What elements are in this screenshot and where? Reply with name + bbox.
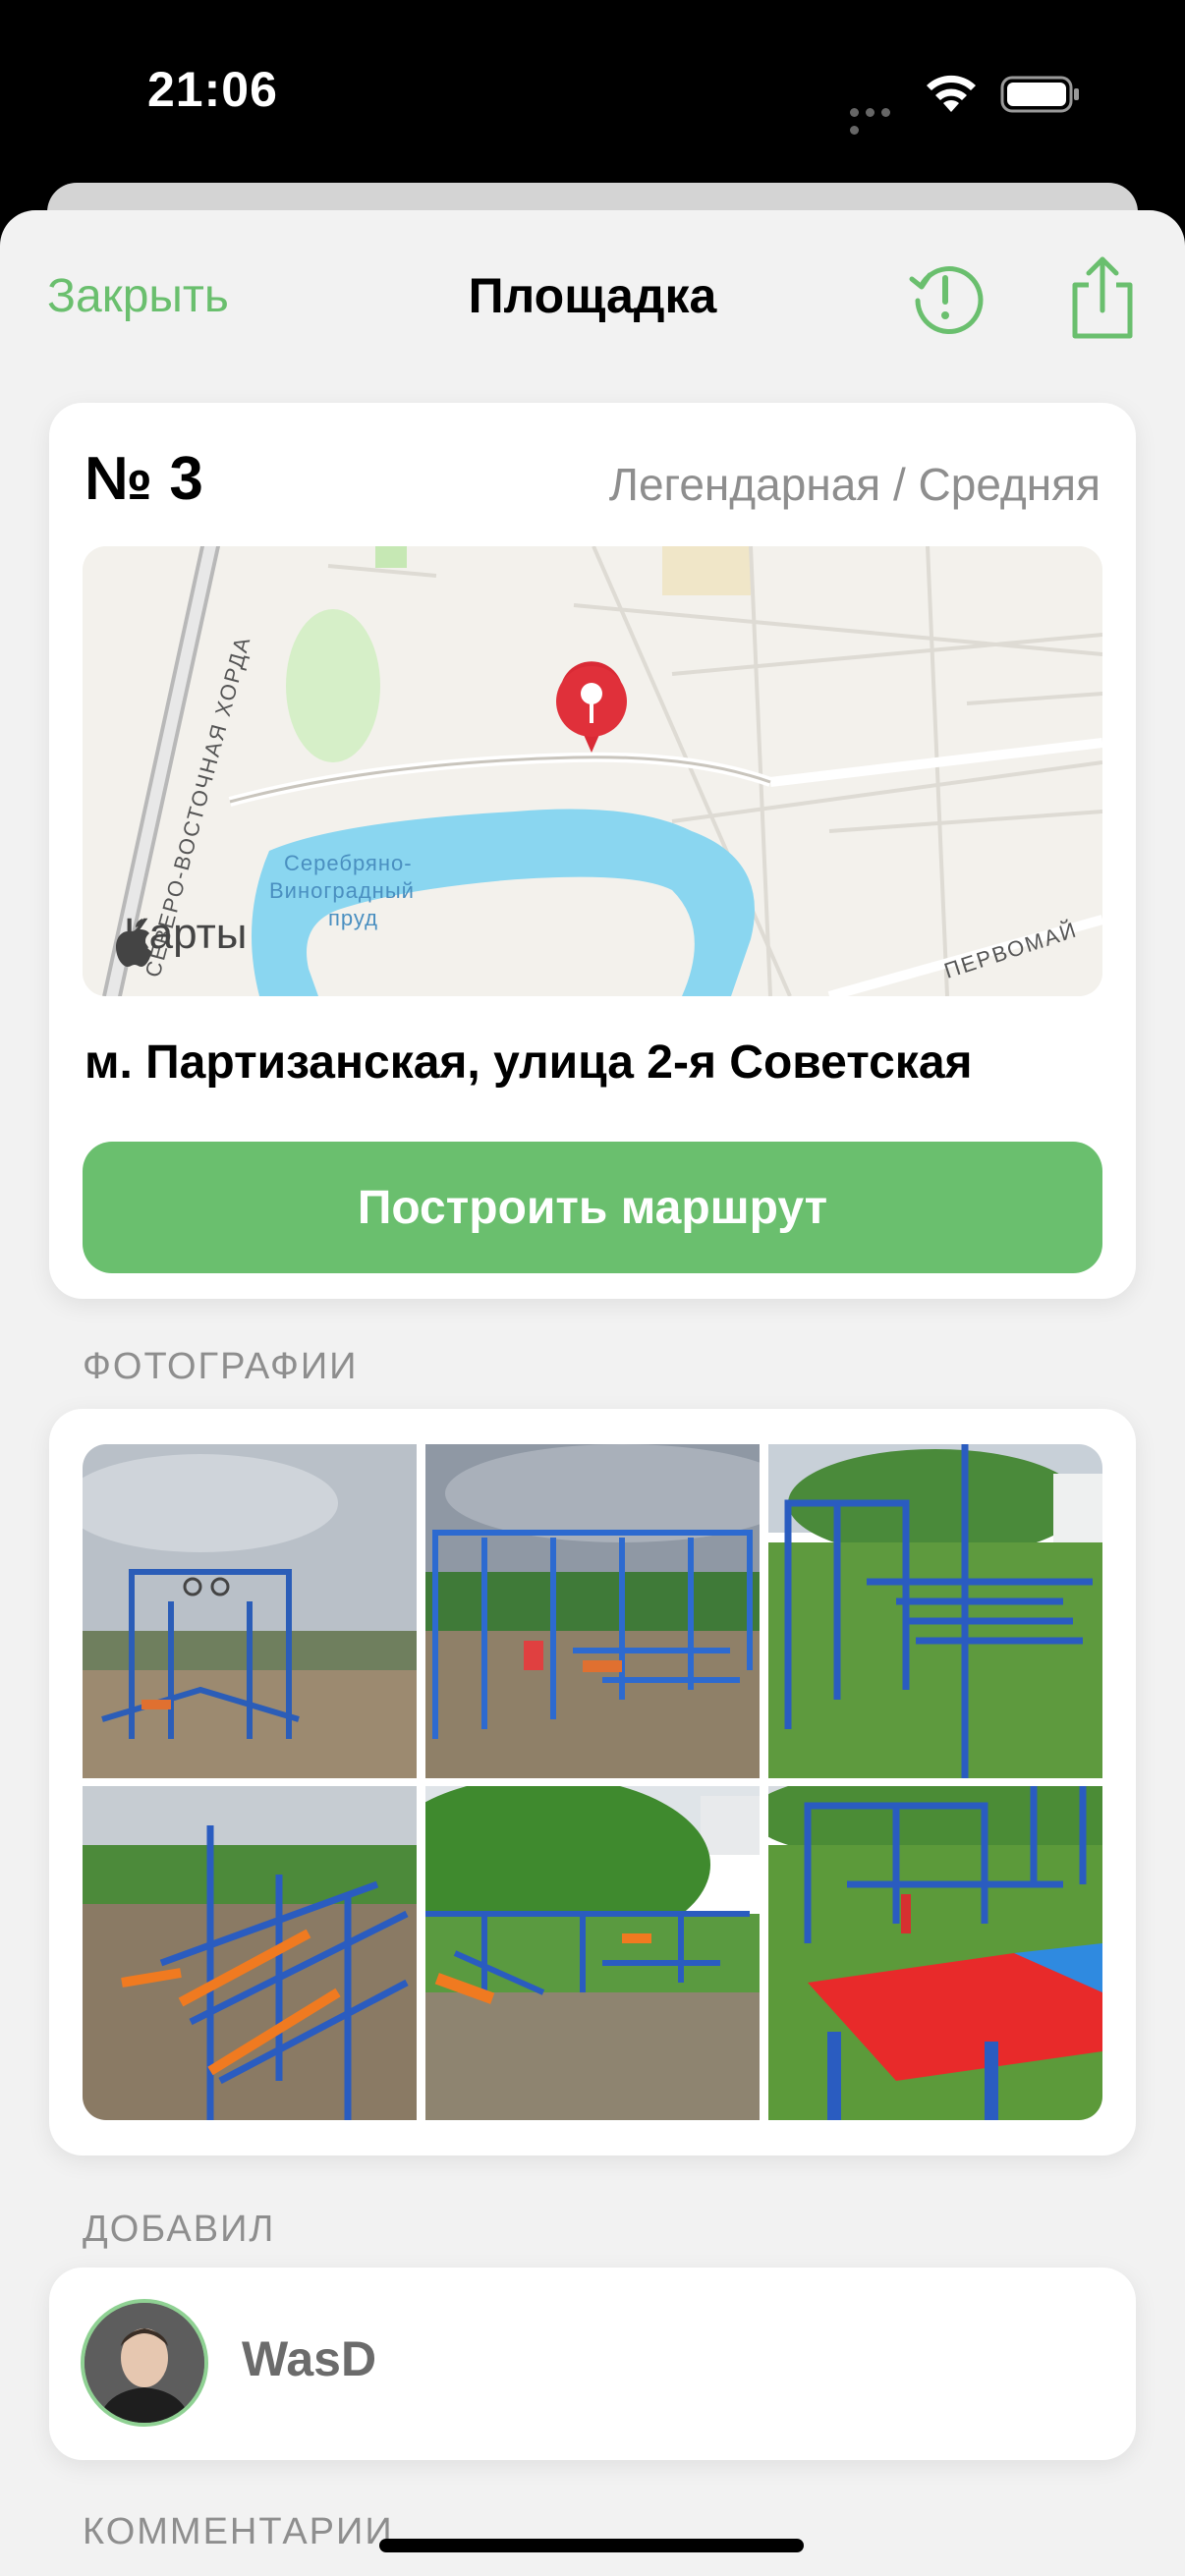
- exclamation-history-icon[interactable]: [904, 255, 987, 338]
- cellular-signal-icon: [850, 104, 907, 135]
- battery-icon: [1000, 76, 1079, 113]
- ground-level: Легендарная / Средняя: [608, 459, 1100, 510]
- section-photos-label: ФОТОГРАФИИ: [83, 1346, 359, 1387]
- ground-detail-sheet: Закрыть Площадка № 3 Легендарная / Средн…: [0, 210, 1185, 2576]
- map-brand-label: Карты: [124, 910, 248, 958]
- home-indicator[interactable]: [379, 2539, 804, 2552]
- photos-card: [49, 1409, 1136, 2156]
- navigation-bar: Закрыть Площадка: [0, 210, 1185, 387]
- map-pond-label-2: Виноградный: [269, 878, 415, 903]
- ground-address: м. Партизанская, улица 2-я Советская: [85, 1036, 973, 1089]
- section-comments-label: КОММЕНТАРИИ: [83, 2511, 394, 2552]
- map-pond-label-3: пруд: [328, 906, 378, 930]
- photo-grid: [83, 1444, 1102, 2120]
- section-author-label: ДОБАВИЛ: [83, 2209, 276, 2250]
- page-title: Площадка: [468, 268, 717, 323]
- photo-thumbnail[interactable]: [425, 1786, 760, 2120]
- ground-number: № 3: [85, 445, 203, 513]
- photo-thumbnail[interactable]: [83, 1786, 417, 2120]
- map-view[interactable]: СЕВЕРО-ВОСТОЧНАЯ ХОРДА Серебряно- Виногр…: [83, 546, 1102, 996]
- build-route-button[interactable]: Построить маршрут: [83, 1142, 1102, 1273]
- photo-thumbnail[interactable]: [768, 1786, 1102, 2120]
- avatar[interactable]: [81, 2299, 208, 2427]
- wifi-icon: [927, 75, 976, 112]
- photo-thumbnail[interactable]: [425, 1444, 760, 1778]
- photo-thumbnail[interactable]: [768, 1444, 1102, 1778]
- ground-info-card: № 3 Легендарная / Средняя СЕВЕРО-ВОСТОЧН…: [49, 403, 1136, 1299]
- status-bar: 21:06: [0, 0, 1185, 187]
- status-time: 21:06: [147, 62, 278, 117]
- author-card[interactable]: WasD: [49, 2268, 1136, 2460]
- share-icon[interactable]: [1067, 253, 1138, 342]
- author-name: WasD: [242, 2331, 377, 2386]
- map-pond-label-1: Серебряно-: [284, 851, 413, 875]
- photo-thumbnail[interactable]: [83, 1444, 417, 1778]
